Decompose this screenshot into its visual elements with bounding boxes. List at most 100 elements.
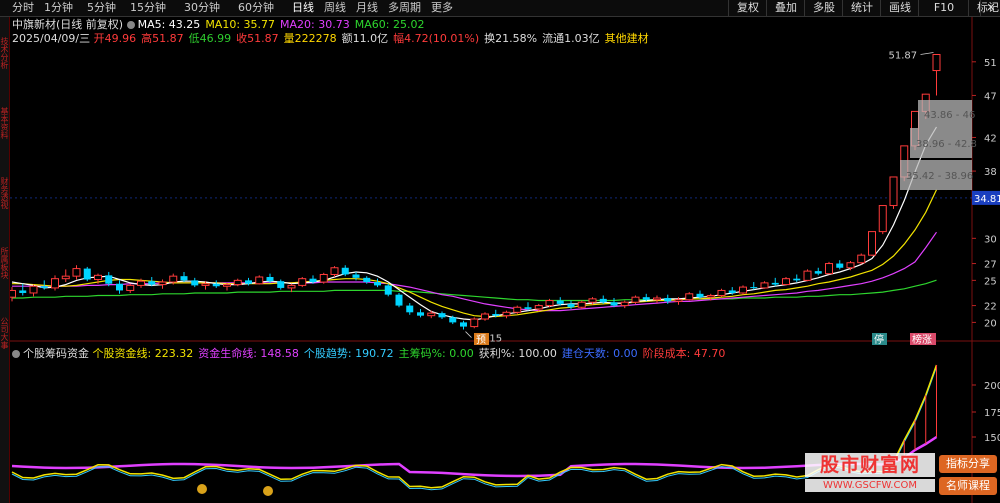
link-master-course[interactable]: 名师课程 — [939, 477, 997, 495]
candle-body — [417, 312, 424, 316]
signal-badge-label: 榜涨 — [912, 333, 932, 346]
candle-body — [878, 205, 887, 233]
candle-body — [889, 176, 898, 207]
candle-body — [406, 305, 414, 313]
candle-body — [223, 284, 231, 287]
candle-body — [717, 289, 726, 296]
candle-body — [51, 278, 59, 289]
toolbar-button[interactable]: F10 — [918, 0, 969, 16]
candle — [319, 272, 328, 284]
candle — [513, 305, 522, 314]
period-tab[interactable]: 多周期 — [388, 1, 421, 15]
candle-body — [932, 53, 941, 72]
candle-body — [492, 313, 500, 316]
toolbar-button[interactable]: 多股 — [804, 0, 843, 16]
sub-axis-label: 175 — [984, 408, 1000, 419]
legend-item: 换21.58% — [484, 32, 538, 45]
candle-body — [642, 297, 650, 300]
period-tab[interactable]: 30分钟 — [184, 1, 220, 15]
candle-body — [427, 312, 436, 317]
period-tab[interactable]: 周线 — [324, 1, 346, 15]
candle — [857, 253, 866, 265]
toolbar-button[interactable]: 统计 — [842, 0, 881, 16]
legend-item: 主筹码%: 0.00 — [398, 347, 474, 360]
candle-body — [534, 305, 543, 310]
candle-body — [83, 268, 91, 280]
candle — [395, 292, 403, 308]
candle-body — [158, 281, 167, 286]
legend-item: 其他建材 — [604, 32, 649, 45]
price-axis-label: 20 — [984, 318, 997, 329]
candle — [255, 275, 264, 285]
side-tab[interactable]: 所属板块 — [0, 247, 9, 313]
toolbar-button[interactable]: 叠加 — [766, 0, 805, 16]
period-tab[interactable]: 60分钟 — [238, 1, 274, 15]
candle-body — [19, 290, 27, 293]
candle-body — [72, 268, 81, 277]
candle-body — [116, 283, 123, 291]
legend-item: 个股资金线: 223.32 — [92, 347, 194, 360]
price-axis-label: 22 — [984, 302, 997, 313]
legend-item: 低46.99 — [188, 32, 232, 45]
site-logo: 股市财富网 — [805, 453, 935, 477]
candle-body — [706, 294, 715, 298]
legend-item: 流通1.03亿 — [542, 32, 600, 45]
candle-body — [94, 274, 102, 281]
toolbar-button[interactable]: 复权 — [728, 0, 767, 16]
legend-item: MA5: 43.25 — [137, 18, 201, 31]
candle-body — [728, 290, 736, 293]
side-tab[interactable]: 技术分析 — [0, 37, 9, 103]
candle-body — [191, 280, 199, 286]
candle-body — [868, 231, 876, 256]
candle-body — [664, 298, 672, 302]
period-tab[interactable]: 15分钟 — [130, 1, 166, 15]
period-tab[interactable]: 5分钟 — [87, 1, 116, 15]
period-tab[interactable]: 月线 — [356, 1, 378, 15]
candle — [577, 300, 586, 309]
period-tab[interactable]: 分时 — [12, 1, 34, 15]
settings-icon[interactable] — [12, 350, 20, 358]
candle-body — [319, 273, 328, 283]
indicator-legend: 个股资金线: 223.32 资金生命线: 148.58 个股趋势: 190.72 主筹… — [93, 347, 731, 360]
candle — [298, 277, 307, 288]
legend-item: 开49.96 — [93, 32, 137, 45]
candle-body — [760, 282, 769, 289]
current-price-label: 34.81 — [974, 194, 1000, 205]
candle-body — [513, 306, 522, 313]
period-tab[interactable]: 日线 — [292, 1, 314, 15]
legend-item: 个股趋势: 190.72 — [303, 347, 394, 360]
kline-chart[interactable]: 51 47 42 38 30 27 25 22 20 34.81 43.86 - 46 38.96 … — [0, 0, 1000, 503]
candle-body — [438, 313, 446, 318]
candle-body — [857, 254, 866, 264]
sub-axis-label: 200 — [984, 381, 1000, 392]
side-tab[interactable]: 基本资料 — [0, 107, 9, 173]
side-tab[interactable]: 公司大事 — [0, 317, 9, 383]
close-icon[interactable]: ✕ — [980, 0, 1000, 16]
toolbar-button[interactable]: 画线 — [880, 0, 919, 16]
legend-item: 建仓天数: 0.00 — [561, 347, 638, 360]
candle-body — [61, 275, 70, 280]
side-tab[interactable]: 财务透视 — [0, 177, 9, 243]
candle — [878, 205, 887, 235]
ma-legend: MA5: 43.25 MA10: 35.77 MA20: 30.73 MA60: 25… — [138, 18, 430, 31]
settings-icon[interactable] — [126, 21, 135, 29]
legend-item: 额11.0亿 — [341, 32, 389, 45]
candle-body — [545, 300, 554, 307]
link-formula-share[interactable]: 指标分享 — [939, 455, 997, 473]
chip-range-label: 35.42 - 38.96 — [906, 171, 973, 182]
candle-body — [750, 287, 758, 289]
candle-body — [180, 276, 188, 281]
chart-background — [0, 17, 1000, 503]
stock-title: 中旗新材(日线 前复权) — [12, 18, 124, 31]
legend-item: 高51.87 — [141, 32, 184, 45]
candle — [825, 261, 833, 275]
candle — [631, 295, 640, 304]
price-axis-label: 47 — [984, 91, 997, 102]
sub-legend-row: 个股筹码资金 个股资金线: 223.32 资金生命线: 148.58 个股趋势: 1… — [12, 347, 730, 360]
period-tab[interactable]: 1分钟 — [44, 1, 73, 15]
legend-item: 阶段成本: 47.70 — [642, 347, 726, 360]
candle — [803, 269, 812, 282]
candle-body — [277, 281, 285, 288]
candle — [481, 312, 489, 321]
period-tab[interactable]: 更多 — [431, 1, 453, 15]
